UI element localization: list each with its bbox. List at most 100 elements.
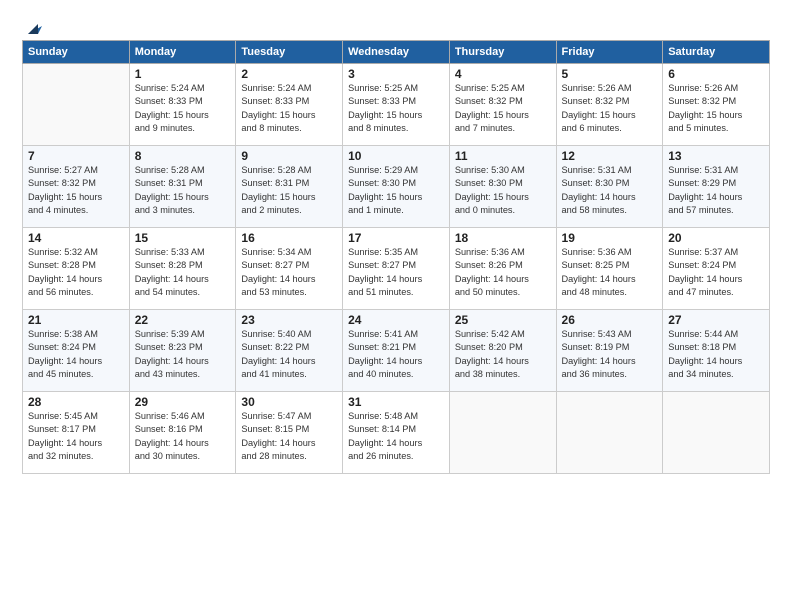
header-cell-wednesday: Wednesday [343,41,450,64]
day-detail: Sunrise: 5:31 AM Sunset: 8:29 PM Dayligh… [668,164,764,217]
day-number: 4 [455,67,551,81]
day-number: 16 [241,231,337,245]
day-number: 27 [668,313,764,327]
calendar-cell: 31Sunrise: 5:48 AM Sunset: 8:14 PM Dayli… [343,392,450,474]
day-detail: Sunrise: 5:47 AM Sunset: 8:15 PM Dayligh… [241,410,337,463]
day-detail: Sunrise: 5:39 AM Sunset: 8:23 PM Dayligh… [135,328,231,381]
day-detail: Sunrise: 5:41 AM Sunset: 8:21 PM Dayligh… [348,328,444,381]
calendar-cell: 29Sunrise: 5:46 AM Sunset: 8:16 PM Dayli… [129,392,236,474]
calendar-cell: 20Sunrise: 5:37 AM Sunset: 8:24 PM Dayli… [663,228,770,310]
header-cell-sunday: Sunday [23,41,130,64]
header-cell-tuesday: Tuesday [236,41,343,64]
calendar-cell: 9Sunrise: 5:28 AM Sunset: 8:31 PM Daylig… [236,146,343,228]
calendar-cell: 27Sunrise: 5:44 AM Sunset: 8:18 PM Dayli… [663,310,770,392]
day-number: 15 [135,231,231,245]
day-number: 22 [135,313,231,327]
day-detail: Sunrise: 5:35 AM Sunset: 8:27 PM Dayligh… [348,246,444,299]
day-number: 12 [562,149,658,163]
day-number: 26 [562,313,658,327]
day-number: 3 [348,67,444,81]
day-number: 31 [348,395,444,409]
calendar-cell: 30Sunrise: 5:47 AM Sunset: 8:15 PM Dayli… [236,392,343,474]
day-number: 20 [668,231,764,245]
day-detail: Sunrise: 5:30 AM Sunset: 8:30 PM Dayligh… [455,164,551,217]
day-detail: Sunrise: 5:25 AM Sunset: 8:33 PM Dayligh… [348,82,444,135]
day-detail: Sunrise: 5:26 AM Sunset: 8:32 PM Dayligh… [562,82,658,135]
day-detail: Sunrise: 5:29 AM Sunset: 8:30 PM Dayligh… [348,164,444,217]
calendar-week-5: 28Sunrise: 5:45 AM Sunset: 8:17 PM Dayli… [23,392,770,474]
day-number: 2 [241,67,337,81]
day-number: 25 [455,313,551,327]
calendar-cell: 1Sunrise: 5:24 AM Sunset: 8:33 PM Daylig… [129,64,236,146]
calendar-cell: 28Sunrise: 5:45 AM Sunset: 8:17 PM Dayli… [23,392,130,474]
calendar-cell: 25Sunrise: 5:42 AM Sunset: 8:20 PM Dayli… [449,310,556,392]
calendar-cell: 21Sunrise: 5:38 AM Sunset: 8:24 PM Dayli… [23,310,130,392]
day-detail: Sunrise: 5:48 AM Sunset: 8:14 PM Dayligh… [348,410,444,463]
day-detail: Sunrise: 5:24 AM Sunset: 8:33 PM Dayligh… [135,82,231,135]
calendar-week-4: 21Sunrise: 5:38 AM Sunset: 8:24 PM Dayli… [23,310,770,392]
day-number: 10 [348,149,444,163]
day-number: 13 [668,149,764,163]
calendar-cell [23,64,130,146]
day-number: 5 [562,67,658,81]
day-number: 18 [455,231,551,245]
calendar-cell: 16Sunrise: 5:34 AM Sunset: 8:27 PM Dayli… [236,228,343,310]
calendar-cell: 17Sunrise: 5:35 AM Sunset: 8:27 PM Dayli… [343,228,450,310]
day-detail: Sunrise: 5:33 AM Sunset: 8:28 PM Dayligh… [135,246,231,299]
calendar-week-1: 1Sunrise: 5:24 AM Sunset: 8:33 PM Daylig… [23,64,770,146]
calendar-cell: 23Sunrise: 5:40 AM Sunset: 8:22 PM Dayli… [236,310,343,392]
day-number: 7 [28,149,124,163]
day-detail: Sunrise: 5:26 AM Sunset: 8:32 PM Dayligh… [668,82,764,135]
header-cell-saturday: Saturday [663,41,770,64]
day-number: 28 [28,395,124,409]
day-detail: Sunrise: 5:42 AM Sunset: 8:20 PM Dayligh… [455,328,551,381]
calendar-cell: 14Sunrise: 5:32 AM Sunset: 8:28 PM Dayli… [23,228,130,310]
day-number: 19 [562,231,658,245]
calendar-week-3: 14Sunrise: 5:32 AM Sunset: 8:28 PM Dayli… [23,228,770,310]
day-detail: Sunrise: 5:45 AM Sunset: 8:17 PM Dayligh… [28,410,124,463]
calendar-cell: 19Sunrise: 5:36 AM Sunset: 8:25 PM Dayli… [556,228,663,310]
header-cell-thursday: Thursday [449,41,556,64]
calendar-table: SundayMondayTuesdayWednesdayThursdayFrid… [22,40,770,474]
day-detail: Sunrise: 5:36 AM Sunset: 8:25 PM Dayligh… [562,246,658,299]
day-detail: Sunrise: 5:44 AM Sunset: 8:18 PM Dayligh… [668,328,764,381]
calendar-cell [663,392,770,474]
logo-icon [24,16,46,38]
day-detail: Sunrise: 5:31 AM Sunset: 8:30 PM Dayligh… [562,164,658,217]
calendar-cell: 15Sunrise: 5:33 AM Sunset: 8:28 PM Dayli… [129,228,236,310]
day-number: 29 [135,395,231,409]
calendar-cell: 4Sunrise: 5:25 AM Sunset: 8:32 PM Daylig… [449,64,556,146]
day-number: 17 [348,231,444,245]
calendar-cell [556,392,663,474]
day-number: 23 [241,313,337,327]
day-detail: Sunrise: 5:40 AM Sunset: 8:22 PM Dayligh… [241,328,337,381]
calendar-cell: 8Sunrise: 5:28 AM Sunset: 8:31 PM Daylig… [129,146,236,228]
day-number: 6 [668,67,764,81]
day-number: 14 [28,231,124,245]
calendar-cell: 12Sunrise: 5:31 AM Sunset: 8:30 PM Dayli… [556,146,663,228]
calendar-cell: 22Sunrise: 5:39 AM Sunset: 8:23 PM Dayli… [129,310,236,392]
calendar-cell: 13Sunrise: 5:31 AM Sunset: 8:29 PM Dayli… [663,146,770,228]
day-detail: Sunrise: 5:28 AM Sunset: 8:31 PM Dayligh… [135,164,231,217]
calendar-cell: 6Sunrise: 5:26 AM Sunset: 8:32 PM Daylig… [663,64,770,146]
header [22,18,770,34]
day-number: 30 [241,395,337,409]
day-detail: Sunrise: 5:34 AM Sunset: 8:27 PM Dayligh… [241,246,337,299]
calendar-cell: 11Sunrise: 5:30 AM Sunset: 8:30 PM Dayli… [449,146,556,228]
day-number: 21 [28,313,124,327]
header-cell-monday: Monday [129,41,236,64]
day-number: 11 [455,149,551,163]
calendar-cell: 2Sunrise: 5:24 AM Sunset: 8:33 PM Daylig… [236,64,343,146]
day-detail: Sunrise: 5:28 AM Sunset: 8:31 PM Dayligh… [241,164,337,217]
day-detail: Sunrise: 5:37 AM Sunset: 8:24 PM Dayligh… [668,246,764,299]
calendar-cell: 3Sunrise: 5:25 AM Sunset: 8:33 PM Daylig… [343,64,450,146]
calendar-cell: 18Sunrise: 5:36 AM Sunset: 8:26 PM Dayli… [449,228,556,310]
calendar-body: 1Sunrise: 5:24 AM Sunset: 8:33 PM Daylig… [23,64,770,474]
day-detail: Sunrise: 5:46 AM Sunset: 8:16 PM Dayligh… [135,410,231,463]
day-detail: Sunrise: 5:38 AM Sunset: 8:24 PM Dayligh… [28,328,124,381]
header-cell-friday: Friday [556,41,663,64]
calendar-cell: 5Sunrise: 5:26 AM Sunset: 8:32 PM Daylig… [556,64,663,146]
calendar-cell: 26Sunrise: 5:43 AM Sunset: 8:19 PM Dayli… [556,310,663,392]
calendar-cell: 10Sunrise: 5:29 AM Sunset: 8:30 PM Dayli… [343,146,450,228]
day-detail: Sunrise: 5:43 AM Sunset: 8:19 PM Dayligh… [562,328,658,381]
